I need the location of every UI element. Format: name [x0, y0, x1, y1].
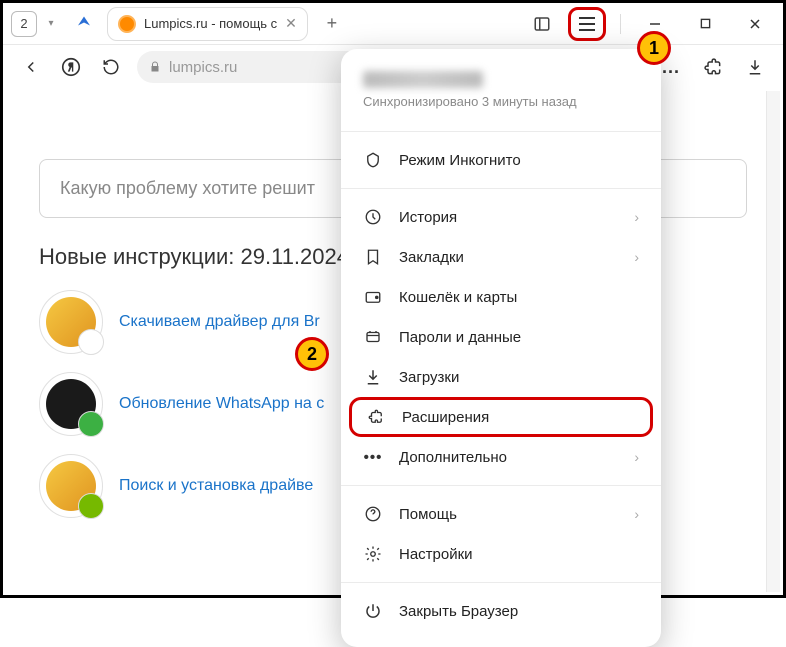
menu-item-help[interactable]: Помощь ›	[341, 494, 661, 534]
menu-separator	[341, 131, 661, 132]
annotation-callout-2: 2	[295, 337, 329, 371]
gear-icon	[363, 544, 383, 564]
menu-item-bookmarks[interactable]: Закладки ›	[341, 237, 661, 277]
menu-separator	[341, 582, 661, 583]
download-icon	[363, 367, 383, 387]
menu-label: Закладки	[399, 249, 464, 266]
lock-icon	[149, 60, 161, 74]
extensions-toolbar-icon[interactable]	[699, 53, 727, 81]
main-menu-dropdown: Синхронизировано 3 минуты назад Режим Ин…	[341, 49, 661, 647]
yandex-home-icon[interactable]	[57, 53, 85, 81]
chevron-right-icon: ›	[634, 449, 639, 465]
tab-title: Lumpics.ru - помощь с	[144, 16, 277, 31]
menu-item-passwords[interactable]: Пароли и данные	[341, 317, 661, 357]
history-icon	[363, 207, 383, 227]
addrbar-right-icons: ...	[657, 53, 769, 81]
sidebar-toggle-icon[interactable]	[526, 8, 558, 40]
menu-label: Расширения	[402, 409, 489, 426]
menu-separator	[341, 188, 661, 189]
chevron-right-icon: ›	[634, 209, 639, 225]
menu-item-downloads[interactable]: Загрузки	[341, 357, 661, 397]
incognito-icon	[363, 150, 383, 170]
power-icon	[363, 601, 383, 621]
menu-separator	[341, 485, 661, 486]
chevron-right-icon: ›	[634, 506, 639, 522]
menu-label: Дополнительно	[399, 449, 507, 466]
article-link[interactable]: Обновление WhatsApp на с	[119, 395, 324, 413]
reload-button[interactable]	[97, 53, 125, 81]
article-thumb-icon	[39, 454, 103, 518]
dots-icon: •••	[363, 447, 383, 467]
scrollbar[interactable]	[766, 91, 780, 592]
new-tab-button[interactable]: +	[318, 10, 346, 38]
annotation-callout-1: 1	[637, 31, 671, 65]
menu-item-more[interactable]: ••• Дополнительно ›	[341, 437, 661, 477]
menu-item-history[interactable]: История ›	[341, 197, 661, 237]
menu-label: Закрыть Браузер	[399, 603, 518, 620]
main-menu-button[interactable]	[573, 12, 601, 36]
menu-item-extensions[interactable]: Расширения	[349, 397, 653, 437]
tab-dropdown-chevron-icon[interactable]: ▾	[41, 11, 61, 37]
key-icon	[363, 327, 383, 347]
tab-group: 2 ▾ Lumpics.ru - помощь с ✕ +	[11, 7, 346, 41]
article-thumb-icon	[39, 372, 103, 436]
article-link[interactable]: Поиск и установка драйве	[119, 477, 313, 495]
article-thumb-icon	[39, 290, 103, 354]
menu-item-wallet[interactable]: Кошелёк и карты	[341, 277, 661, 317]
tab-counter[interactable]: 2	[11, 11, 37, 37]
menu-user-section[interactable]: Синхронизировано 3 минуты назад	[341, 65, 661, 123]
downloads-toolbar-icon[interactable]	[741, 53, 769, 81]
menu-label: Режим Инкогнито	[399, 152, 521, 169]
wallet-icon	[363, 287, 383, 307]
window-maximize-icon[interactable]	[685, 8, 725, 40]
bookmark-icon	[363, 247, 383, 267]
menu-item-settings[interactable]: Настройки	[341, 534, 661, 574]
app-logo-icon[interactable]	[71, 11, 97, 37]
menu-label: Помощь	[399, 506, 457, 523]
window-close-icon[interactable]	[735, 8, 775, 40]
address-domain: lumpics.ru	[169, 59, 237, 76]
help-icon	[363, 504, 383, 524]
tab-close-icon[interactable]: ✕	[285, 15, 297, 32]
sync-status: Синхронизировано 3 минуты назад	[363, 94, 639, 109]
menu-label: Кошелёк и карты	[399, 289, 517, 306]
menu-item-close-browser[interactable]: Закрыть Браузер	[341, 591, 661, 631]
menu-item-incognito[interactable]: Режим Инкогнито	[341, 140, 661, 180]
menu-label: История	[399, 209, 457, 226]
chevron-right-icon: ›	[634, 249, 639, 265]
puzzle-icon	[366, 407, 386, 427]
active-tab[interactable]: Lumpics.ru - помощь с ✕	[107, 7, 308, 41]
menu-label: Настройки	[399, 546, 473, 563]
tab-favicon-icon	[118, 15, 136, 33]
search-placeholder: Какую проблему хотите решит	[60, 178, 315, 198]
menu-button-highlight	[568, 7, 606, 41]
article-link[interactable]: Скачиваем драйвер для Br	[119, 313, 320, 331]
back-button[interactable]	[17, 53, 45, 81]
user-name-blurred	[363, 71, 483, 88]
menu-label: Загрузки	[399, 369, 459, 386]
menu-label: Пароли и данные	[399, 329, 521, 346]
divider	[620, 14, 621, 34]
